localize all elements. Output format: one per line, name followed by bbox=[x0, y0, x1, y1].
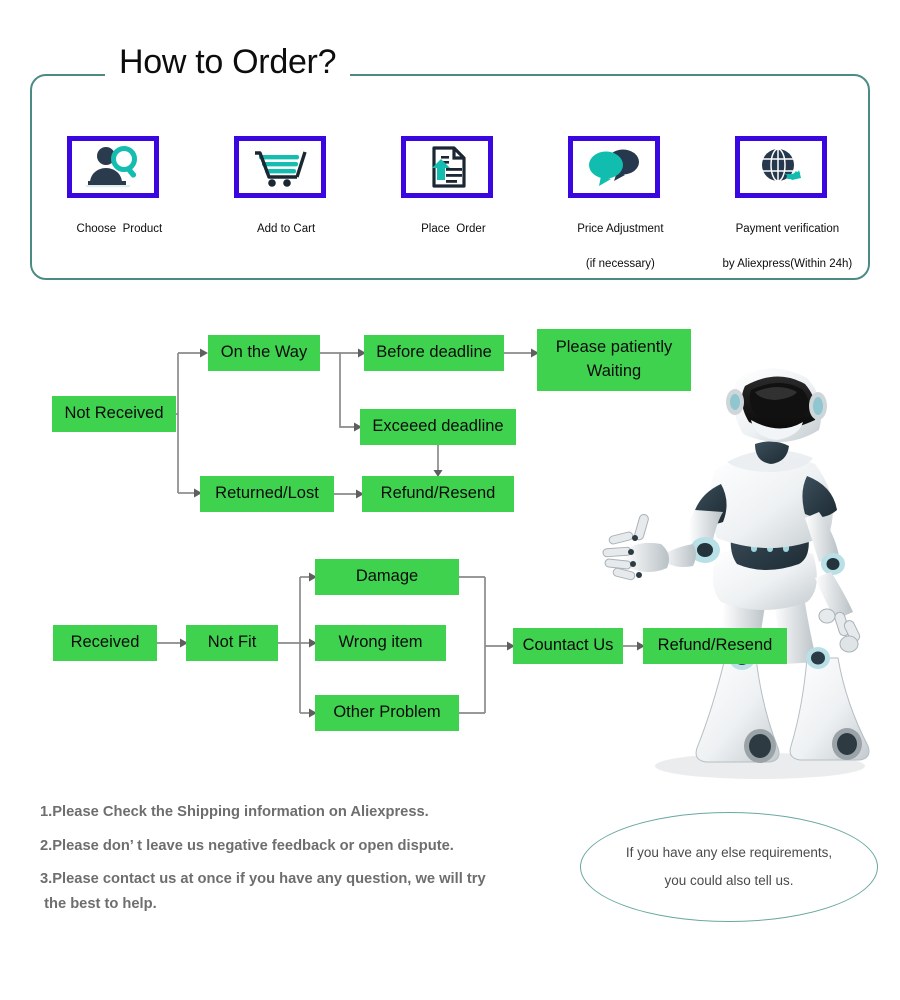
step-icon-box bbox=[735, 136, 827, 198]
step-label: Payment verification by Aliexpress(Withi… bbox=[722, 222, 853, 271]
flow-node-not-fit: Not Fit bbox=[186, 625, 278, 661]
flow-node-received: Received bbox=[53, 625, 157, 661]
flow-node-exceeed-deadline: Exceeed deadline bbox=[360, 409, 516, 445]
flow-node-refund-resend-2: Refund/Resend bbox=[643, 628, 787, 664]
flow-node-other-problem: Other Problem bbox=[315, 695, 459, 731]
flow-node-refund-resend-1: Refund/Resend bbox=[362, 476, 514, 512]
flow-node-before-deadline: Before deadline bbox=[364, 335, 504, 371]
step-icon-box bbox=[67, 136, 159, 198]
document-upload-icon bbox=[416, 144, 478, 190]
flow-node-on-the-way: On the Way bbox=[208, 335, 320, 371]
person-search-icon bbox=[82, 145, 144, 189]
flow-node-damage: Damage bbox=[315, 559, 459, 595]
note-line: 3.Please contact us at once if you have … bbox=[40, 871, 486, 888]
flow-node-countact-us: Countact Us bbox=[513, 628, 623, 664]
step-icon-box bbox=[568, 136, 660, 198]
bubble-line-2: you could also tell us. bbox=[664, 873, 794, 888]
shopping-cart-icon bbox=[249, 145, 311, 189]
flow-node-returned-lost: Returned/Lost bbox=[200, 476, 334, 512]
note-line: 1.Please Check the Shipping information … bbox=[40, 804, 429, 820]
step-icon-box bbox=[401, 136, 493, 198]
step-label: Price Adjustment (if necessary) bbox=[577, 222, 664, 271]
page-title: How to Order? bbox=[105, 43, 351, 82]
bubble-line-1: If you have any else requirements, bbox=[625, 844, 833, 860]
step-label: Add to Cart bbox=[256, 222, 316, 235]
order-step-2: Add to Cart bbox=[205, 136, 355, 256]
step-icon-box bbox=[234, 136, 326, 198]
step-label: Choose Product bbox=[76, 222, 163, 235]
policy-notes: 1.Please Check the Shipping information … bbox=[40, 805, 600, 931]
order-step-1: Choose Product bbox=[38, 136, 188, 256]
order-step-4: Price Adjustment (if necessary) bbox=[539, 136, 689, 292]
order-step-3: Place Order bbox=[372, 136, 522, 256]
note-line: 2.Please don’ t leave us negative feedba… bbox=[40, 837, 454, 854]
robot-illustration bbox=[575, 358, 900, 783]
flow-node-wrong-item: Wrong item bbox=[315, 625, 446, 661]
step-label: Place Order bbox=[421, 222, 486, 235]
flow-node-please-patiently-waiting: Please patiently Waiting bbox=[537, 329, 691, 391]
chat-bubbles-icon bbox=[583, 146, 645, 188]
flow-node-not-received: Not Received bbox=[52, 396, 176, 432]
globe-arrow-icon bbox=[751, 145, 811, 189]
requirements-bubble: If you have any else requirements, you c… bbox=[580, 812, 878, 922]
note-line: the best to help. bbox=[40, 896, 157, 913]
order-step-5: Payment verification by Aliexpress(Withi… bbox=[706, 136, 856, 292]
